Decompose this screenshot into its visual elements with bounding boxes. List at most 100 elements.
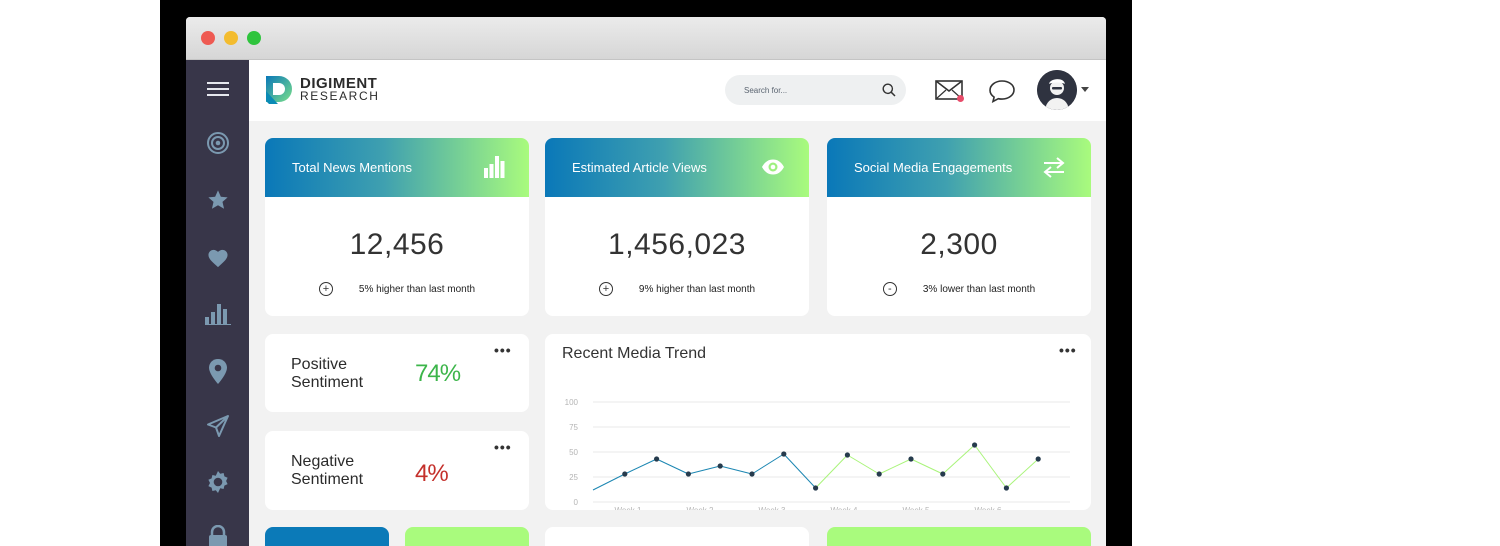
chat-button[interactable] xyxy=(988,79,1016,108)
data-point xyxy=(844,452,850,458)
bar-chart-icon xyxy=(484,156,505,178)
data-point xyxy=(654,456,660,462)
stat-change-text: 3% lower than last month xyxy=(922,283,1036,295)
stat-card-header: Estimated Article Views xyxy=(545,138,809,197)
close-window-button[interactable] xyxy=(201,31,215,45)
y-tick-label: 0 xyxy=(574,498,579,507)
stat-change-text: 5% higher than last month xyxy=(358,283,476,295)
x-tick-label: Week 1 xyxy=(615,506,643,510)
brand-logo[interactable]: DIGIMENT RESEARCH xyxy=(264,74,379,106)
sidebar-item-messages[interactable] xyxy=(186,406,249,446)
data-point xyxy=(1003,485,1009,491)
stat-value: 1,456,023 xyxy=(608,228,746,261)
sidebar-item-analytics[interactable] xyxy=(186,294,249,334)
search-icon[interactable] xyxy=(882,83,896,97)
data-point xyxy=(908,456,914,462)
stat-card-news-mentions: Total News Mentions 12,456 + 5% higher t… xyxy=(265,138,529,316)
exchange-icon xyxy=(1043,157,1065,178)
series-line-segment xyxy=(656,458,689,475)
bottom-card-green xyxy=(405,527,529,546)
more-options-icon[interactable]: ••• xyxy=(494,440,512,454)
menu-icon xyxy=(206,82,229,96)
sidebar-item-likes[interactable] xyxy=(186,238,249,278)
stat-card-header: Total News Mentions xyxy=(265,138,529,197)
x-tick-label: Week 5 xyxy=(903,506,931,510)
sidebar-item-menu[interactable] xyxy=(186,69,249,109)
x-tick-label: Week 6 xyxy=(975,506,1003,510)
series-line-segment xyxy=(847,454,880,475)
negative-sentiment-value: 4% xyxy=(415,460,449,487)
y-tick-label: 100 xyxy=(565,398,579,407)
x-tick-label: Week 2 xyxy=(687,506,715,510)
series-line-segment xyxy=(783,453,816,489)
logo-mark-icon xyxy=(266,76,292,104)
y-tick-label: 25 xyxy=(569,473,578,482)
maximize-window-button[interactable] xyxy=(247,31,261,45)
mail-button[interactable] xyxy=(935,80,964,105)
series-line-segment xyxy=(878,458,912,475)
series-line-segment xyxy=(910,458,944,475)
data-point xyxy=(717,463,723,469)
stat-card-title: Estimated Article Views xyxy=(572,160,707,175)
stat-card-social-engagements: Social Media Engagements 2,300 - 3% lowe… xyxy=(827,138,1091,316)
stat-change-text: 9% higher than last month xyxy=(638,283,756,295)
series-line-segment xyxy=(688,465,721,475)
sentiment-label-line2: Sentiment xyxy=(291,374,364,391)
sidebar-item-security[interactable] xyxy=(186,517,249,546)
star-icon xyxy=(207,190,228,209)
stat-value: 12,456 xyxy=(349,228,445,261)
bottom-card-gradient xyxy=(827,527,1091,546)
user-avatar-icon xyxy=(1037,70,1077,110)
series-line-segment xyxy=(720,465,753,475)
target-icon xyxy=(206,132,229,154)
send-icon xyxy=(206,415,229,437)
heart-icon xyxy=(207,249,228,268)
series-line-segment xyxy=(815,454,848,489)
sentiment-label-line2: Sentiment xyxy=(291,471,364,488)
avatar[interactable] xyxy=(1037,70,1077,110)
plus-circle-icon: + xyxy=(318,282,333,296)
minus-circle-icon: - xyxy=(882,282,897,296)
sidebar-item-target[interactable] xyxy=(186,123,249,163)
series-line-segment xyxy=(751,453,785,475)
top-bar: DIGIMENT RESEARCH xyxy=(249,60,1106,121)
search-input[interactable] xyxy=(744,85,864,95)
sentiment-label-line1: Negative xyxy=(291,453,355,470)
minimize-window-button[interactable] xyxy=(224,31,238,45)
data-point xyxy=(813,485,819,491)
stat-card-title: Social Media Engagements xyxy=(854,160,1013,175)
sidebar-item-location[interactable] xyxy=(186,352,249,392)
x-tick-label: Week 3 xyxy=(759,506,787,510)
bottom-card-white xyxy=(545,527,809,546)
data-point xyxy=(622,471,628,477)
media-trend-card: Recent Media Trend ••• 0255075100Week 1W… xyxy=(545,334,1091,510)
settings-icon xyxy=(207,471,228,493)
profile-dropdown-caret[interactable] xyxy=(1081,87,1089,92)
more-options-icon[interactable]: ••• xyxy=(494,343,512,357)
window-titlebar xyxy=(186,17,1106,60)
eye-icon xyxy=(762,159,784,175)
x-tick-label: Week 4 xyxy=(831,506,859,510)
sentiment-label: Positive Sentiment xyxy=(291,356,363,392)
sentiment-label: Negative Sentiment xyxy=(291,453,363,489)
series-line-segment xyxy=(974,444,1007,489)
series-line-segment xyxy=(592,473,626,491)
negative-sentiment-card: ••• Negative Sentiment 4% xyxy=(265,431,529,510)
logo-subtitle: RESEARCH xyxy=(300,89,380,103)
sidebar xyxy=(186,60,249,546)
bottom-card-blue xyxy=(265,527,389,546)
sidebar-item-favorites[interactable] xyxy=(186,180,249,220)
series-line-segment xyxy=(942,444,975,475)
chat-bubble-icon xyxy=(989,80,1015,104)
stat-card-header: Social Media Engagements xyxy=(827,138,1091,197)
notification-badge xyxy=(957,95,964,102)
positive-sentiment-value: 74% xyxy=(415,360,461,387)
location-pin-icon xyxy=(208,359,227,384)
positive-sentiment-card: ••• Positive Sentiment 74% xyxy=(265,334,529,412)
data-point xyxy=(1035,456,1041,462)
data-point xyxy=(781,451,787,457)
lock-icon xyxy=(208,525,227,546)
sidebar-item-settings[interactable] xyxy=(186,462,249,502)
series-line-segment xyxy=(1006,458,1039,489)
data-point xyxy=(749,471,755,477)
